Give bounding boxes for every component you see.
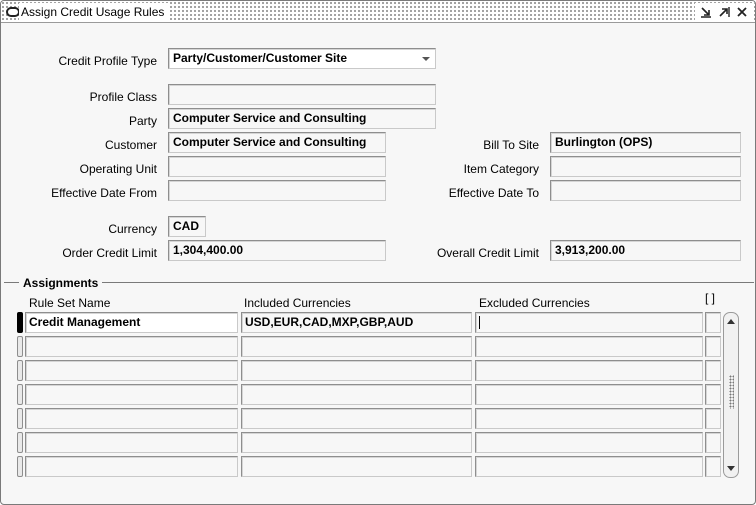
profile-class-label: Profile Class (89, 90, 157, 104)
window-title: Assign Credit Usage Rules (19, 3, 171, 21)
row-indicator[interactable] (17, 384, 23, 405)
included-currencies-cell[interactable]: USD,EUR,CAD,MXP,GBP,AUD (241, 312, 472, 333)
item-category-label: Item Category (463, 162, 539, 176)
excluded-currencies-cell[interactable] (475, 360, 703, 381)
rule-set-name-cell[interactable]: Credit Management (25, 312, 238, 333)
rule-set-name-cell[interactable] (25, 384, 238, 405)
rule-set-name-cell[interactable] (25, 336, 238, 357)
included-currencies-cell[interactable] (241, 456, 472, 477)
window-menu-icon[interactable] (6, 7, 20, 17)
included-currencies-cell[interactable] (241, 432, 472, 453)
assignments-title: Assignments (19, 275, 103, 291)
effective-date-from-label: Effective Date From (51, 186, 157, 200)
included-currencies-cell[interactable] (241, 384, 472, 405)
rule-set-name-cell[interactable] (25, 408, 238, 429)
row-indicator[interactable] (17, 336, 23, 357)
currency-label: Currency (108, 222, 157, 236)
column-header-rule-set-name: Rule Set Name (29, 296, 111, 310)
rule-set-name-cell[interactable] (25, 360, 238, 381)
credit-profile-type-value: Party/Customer/Customer Site (173, 51, 348, 65)
customer-label: Customer (104, 138, 157, 152)
order-credit-limit-field[interactable]: 1,304,400.00 (168, 240, 386, 261)
maximize-icon[interactable] (717, 5, 731, 19)
rule-set-name-cell[interactable] (25, 456, 238, 477)
assign-credit-usage-rules-window: Assign Credit Usage Rules Credit Profile… (0, 0, 756, 505)
bill-to-site-field[interactable]: Burlington (OPS) (550, 132, 741, 153)
customer-field[interactable]: Computer Service and Consulting (168, 132, 386, 153)
column-header-excluded-currencies: Excluded Currencies (479, 296, 590, 310)
column-header-included-currencies: Included Currencies (244, 296, 351, 310)
included-currencies-cell[interactable] (241, 336, 472, 357)
item-category-field[interactable] (550, 156, 741, 177)
close-icon[interactable] (735, 5, 749, 19)
flex-field-cell[interactable] (705, 336, 721, 357)
excluded-currencies-cell[interactable] (475, 336, 703, 357)
vertical-scrollbar[interactable] (723, 312, 739, 478)
included-currencies-cell[interactable] (241, 360, 472, 381)
excluded-currencies-cell[interactable] (475, 312, 703, 333)
effective-date-to-field[interactable] (550, 180, 741, 201)
flex-field-cell[interactable] (705, 432, 721, 453)
operating-unit-label: Operating Unit (79, 162, 157, 176)
flex-field-cell[interactable] (705, 384, 721, 405)
bill-to-site-label: Bill To Site (483, 138, 539, 152)
party-label: Party (128, 114, 157, 128)
included-currencies-cell[interactable] (241, 408, 472, 429)
row-indicator[interactable] (17, 432, 23, 453)
assignments-divider (4, 282, 754, 283)
overall-credit-limit-field[interactable]: 3,913,200.00 (550, 240, 741, 261)
flex-field-cell[interactable] (705, 360, 721, 381)
party-field[interactable]: Computer Service and Consulting (168, 108, 436, 129)
excluded-currencies-cell[interactable] (475, 384, 703, 405)
excluded-currencies-cell[interactable] (475, 408, 703, 429)
window-controls (695, 3, 753, 21)
scroll-up-icon[interactable] (727, 319, 735, 324)
flex-field-cell[interactable] (705, 312, 721, 333)
overall-credit-limit-label: Overall Credit Limit (436, 246, 539, 260)
excluded-currencies-cell[interactable] (475, 456, 703, 477)
currency-field[interactable]: CAD (168, 216, 206, 237)
row-indicator[interactable] (17, 408, 23, 429)
profile-class-field[interactable] (168, 84, 436, 105)
excluded-currencies-cell[interactable] (475, 432, 703, 453)
row-indicator[interactable] (17, 360, 23, 381)
text-cursor (479, 316, 480, 329)
column-header-flex-field[interactable]: [ ] (705, 291, 715, 305)
effective-date-to-label: Effective Date To (448, 186, 539, 200)
minimize-icon[interactable] (699, 5, 713, 19)
order-credit-limit-label: Order Credit Limit (62, 246, 157, 260)
scroll-thumb-grip[interactable] (729, 375, 734, 409)
effective-date-from-field[interactable] (168, 180, 386, 201)
flex-field-cell[interactable] (705, 408, 721, 429)
rule-set-name-cell[interactable] (25, 432, 238, 453)
row-indicator[interactable] (17, 312, 23, 333)
credit-profile-type-label: Credit Profile Type (58, 54, 158, 68)
scroll-down-icon[interactable] (727, 466, 735, 471)
flex-field-cell[interactable] (705, 456, 721, 477)
operating-unit-field[interactable] (168, 156, 386, 177)
title-bar[interactable]: Assign Credit Usage Rules (1, 1, 755, 23)
row-indicator[interactable] (17, 456, 23, 477)
chevron-down-icon[interactable] (422, 57, 430, 61)
credit-profile-type-select[interactable]: Party/Customer/Customer Site (168, 48, 436, 69)
